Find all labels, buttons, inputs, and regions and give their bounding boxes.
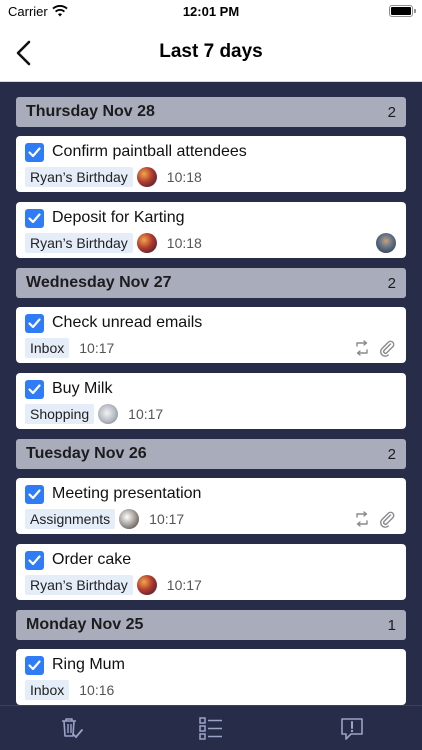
task-title: Deposit for Karting [52, 209, 185, 226]
task-title: Buy Milk [52, 380, 113, 397]
completed-checkbox[interactable] [25, 485, 44, 504]
task-card[interactable]: Ring Mum Inbox 10:16 [16, 649, 406, 705]
section-header: Thursday Nov 28 2 [16, 97, 406, 127]
completed-checkbox[interactable] [25, 209, 44, 228]
task-title: Check unread emails [52, 314, 203, 331]
task-title: Order cake [52, 551, 132, 568]
list-tag[interactable]: Assignments [25, 509, 116, 529]
trash-check-icon[interactable] [56, 714, 84, 742]
assignee-avatar [376, 233, 396, 253]
completed-checkbox[interactable] [25, 380, 44, 399]
task-meta: Ryan’s Birthday 10:17 [25, 575, 202, 595]
completed-checkbox[interactable] [25, 551, 44, 570]
task-title: Confirm paintball attendees [52, 143, 247, 160]
section-header: Tuesday Nov 26 2 [16, 439, 406, 469]
task-list: Thursday Nov 28 2 Confirm paintball atte… [16, 97, 406, 705]
task-meta: Shopping 10:17 [25, 404, 163, 424]
status-bar: Carrier 12:01 PM [0, 0, 422, 24]
task-time: 10:18 [166, 169, 202, 185]
list-tag[interactable]: Ryan’s Birthday [25, 575, 133, 595]
section-count: 2 [387, 104, 396, 121]
task-card[interactable]: Check unread emails Inbox 10:17 [16, 307, 406, 363]
list-avatar [98, 404, 119, 424]
section-count: 1 [387, 617, 396, 634]
task-time: 10:16 [79, 682, 115, 698]
alert-message-icon[interactable] [338, 714, 366, 742]
task-card[interactable]: Buy Milk Shopping 10:17 [16, 373, 406, 429]
task-time: 10:18 [166, 235, 202, 251]
section-count: 2 [387, 275, 396, 292]
task-time: 10:17 [79, 340, 115, 356]
repeat-icon [356, 511, 368, 527]
section-title: Tuesday Nov 26 [26, 445, 147, 462]
task-time: 10:17 [166, 577, 202, 593]
task-indicators [353, 510, 396, 528]
paperclip-icon [380, 340, 395, 357]
section-title: Wednesday Nov 27 [26, 274, 172, 291]
list-tag[interactable]: Ryan’s Birthday [25, 233, 133, 253]
section-title: Monday Nov 25 [26, 616, 144, 633]
list-avatar [136, 167, 157, 187]
section-title: Thursday Nov 28 [26, 103, 155, 120]
task-card[interactable]: Meeting presentation Assignments 10:17 [16, 478, 406, 534]
section-header: Wednesday Nov 27 2 [16, 268, 406, 298]
section-header: Monday Nov 25 1 [16, 610, 406, 640]
task-title: Ring Mum [52, 656, 125, 673]
clock: 12:01 PM [182, 4, 240, 19]
completed-checkbox[interactable] [25, 143, 44, 162]
list-tag[interactable]: Inbox [25, 680, 70, 700]
task-card[interactable]: Deposit for Karting Ryan’s Birthday 10:1… [16, 202, 406, 258]
completed-checkbox[interactable] [25, 656, 44, 675]
task-time: 10:17 [149, 511, 185, 527]
completed-checkbox[interactable] [25, 314, 44, 333]
task-meta: Inbox 10:16 [25, 680, 114, 700]
task-list-scroll[interactable]: Thursday Nov 28 2 Confirm paintball atte… [0, 83, 422, 705]
section-count: 2 [387, 446, 396, 463]
task-time: 10:17 [128, 406, 164, 422]
list-tag[interactable]: Shopping [25, 404, 95, 424]
task-indicators [353, 339, 396, 357]
task-meta: Inbox 10:17 [25, 338, 114, 358]
task-title: Meeting presentation [52, 485, 202, 502]
paperclip-icon [380, 511, 395, 528]
task-meta: Assignments 10:17 [25, 509, 184, 529]
list-avatar [136, 233, 157, 253]
list-tag[interactable]: Inbox [25, 338, 70, 358]
checklist-icon[interactable] [197, 714, 225, 742]
tab-bar [0, 705, 422, 750]
list-avatar [136, 575, 157, 595]
navigation-bar: Last 7 days [0, 24, 422, 82]
task-card[interactable]: Order cake Ryan’s Birthday 10:17 [16, 544, 406, 600]
list-tag[interactable]: Ryan’s Birthday [25, 167, 133, 187]
battery-icon [389, 5, 416, 17]
page-title: Last 7 days [159, 41, 263, 62]
list-avatar [119, 509, 140, 529]
task-card[interactable]: Confirm paintball attendees Ryan’s Birth… [16, 136, 406, 192]
task-meta: Ryan’s Birthday 10:18 [25, 167, 202, 187]
task-meta: Ryan’s Birthday 10:18 [25, 233, 202, 253]
repeat-icon [356, 340, 368, 356]
